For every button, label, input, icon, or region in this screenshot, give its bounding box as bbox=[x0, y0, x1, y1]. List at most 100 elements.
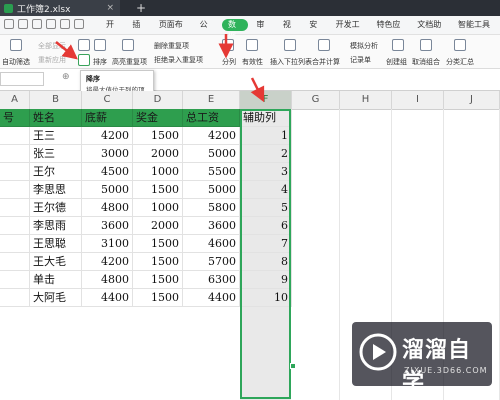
merge-calc-button[interactable]: 合并计算 bbox=[312, 57, 340, 67]
new-tab-button[interactable]: + bbox=[136, 1, 146, 15]
menu-tab-8[interactable]: 开发工具 bbox=[330, 16, 371, 47]
menu-tab-11[interactable]: 智能工具箱 bbox=[452, 16, 500, 47]
menu-tab-7[interactable]: 安全 bbox=[303, 16, 329, 47]
data-cell[interactable] bbox=[0, 181, 30, 199]
close-tab-icon[interactable]: × bbox=[106, 3, 114, 13]
column-header-i[interactable]: I bbox=[392, 91, 444, 109]
data-cell[interactable]: 5000 bbox=[183, 181, 240, 199]
data-cell[interactable]: 4200 bbox=[183, 127, 240, 145]
filter-icon[interactable] bbox=[10, 39, 22, 51]
column-header-j[interactable]: J bbox=[444, 91, 500, 109]
sort-descending-icon[interactable] bbox=[78, 54, 90, 66]
column-header-e[interactable]: E bbox=[183, 91, 240, 109]
header-cell-a[interactable]: 号 bbox=[0, 109, 30, 127]
data-cell[interactable]: 王大毛 bbox=[30, 253, 82, 271]
fill-handle[interactable] bbox=[290, 363, 296, 369]
data-cell[interactable]: 3000 bbox=[82, 145, 133, 163]
sort-ascending-icon[interactable] bbox=[78, 39, 90, 51]
data-cell[interactable]: 1500 bbox=[133, 271, 183, 289]
data-cell[interactable] bbox=[0, 145, 30, 163]
data-cell[interactable]: 1500 bbox=[133, 181, 183, 199]
create-group-button[interactable]: 创建组 bbox=[386, 57, 407, 67]
validity-button[interactable]: 有效性 bbox=[242, 57, 263, 67]
split-column-icon[interactable] bbox=[222, 39, 234, 51]
data-cell[interactable]: 王尔德 bbox=[30, 199, 82, 217]
data-cell[interactable]: 4400 bbox=[82, 289, 133, 307]
undo-icon[interactable] bbox=[60, 19, 70, 29]
remove-duplicates-button[interactable]: 删除重复项 bbox=[154, 41, 189, 51]
header-cell-e[interactable]: 总工资 bbox=[183, 109, 240, 127]
data-cell[interactable]: 5800 bbox=[183, 199, 240, 217]
header-cell-d[interactable]: 奖金 bbox=[133, 109, 183, 127]
create-group-icon[interactable] bbox=[392, 39, 404, 51]
column-header-f[interactable]: F bbox=[240, 91, 292, 109]
data-cell[interactable]: 4600 bbox=[183, 235, 240, 253]
column-header-a[interactable]: A bbox=[0, 91, 30, 109]
auto-filter-button[interactable]: 自动筛选 bbox=[2, 57, 30, 67]
data-cell[interactable] bbox=[0, 271, 30, 289]
column-header-c[interactable]: C bbox=[82, 91, 133, 109]
print-icon[interactable] bbox=[32, 19, 42, 29]
data-cell[interactable]: 1500 bbox=[133, 127, 183, 145]
data-cell[interactable]: 5000 bbox=[82, 181, 133, 199]
highlight-duplicates-button[interactable]: 高亮重复项 bbox=[112, 57, 147, 67]
show-all-button[interactable]: 全部显示 bbox=[38, 41, 66, 51]
data-cell[interactable]: 1000 bbox=[133, 163, 183, 181]
data-cell[interactable]: 1500 bbox=[133, 235, 183, 253]
menu-tab-10[interactable]: 文档助手 bbox=[411, 16, 452, 47]
menu-tab-2[interactable]: 页面布局 bbox=[153, 16, 194, 47]
data-cell[interactable]: 2000 bbox=[133, 145, 183, 163]
preview-icon[interactable] bbox=[46, 19, 56, 29]
menu-icon[interactable] bbox=[4, 19, 14, 29]
column-header-d[interactable]: D bbox=[133, 91, 183, 109]
data-cell[interactable]: 4800 bbox=[82, 199, 133, 217]
menu-tab-6[interactable]: 视图 bbox=[277, 16, 303, 47]
document-tab[interactable]: 工作簿2.xlsx × bbox=[0, 0, 120, 16]
header-cell-c[interactable]: 底薪 bbox=[82, 109, 133, 127]
header-cell-b[interactable]: 姓名 bbox=[30, 109, 82, 127]
subtotal-icon[interactable] bbox=[454, 39, 466, 51]
data-cell[interactable]: 王思聪 bbox=[30, 235, 82, 253]
data-cell[interactable]: 2000 bbox=[133, 217, 183, 235]
redo-icon[interactable] bbox=[74, 19, 84, 29]
data-cell[interactable]: 5500 bbox=[183, 163, 240, 181]
data-cell[interactable]: 1500 bbox=[133, 289, 183, 307]
ungroup-icon[interactable] bbox=[420, 39, 432, 51]
data-cell[interactable]: 4200 bbox=[82, 253, 133, 271]
reject-duplicates-button[interactable]: 拒绝录入重复项 bbox=[154, 55, 203, 65]
data-cell[interactable] bbox=[0, 199, 30, 217]
menu-tab-0[interactable]: 开始 bbox=[100, 16, 126, 47]
data-cell[interactable]: 4200 bbox=[82, 127, 133, 145]
data-cell[interactable] bbox=[0, 163, 30, 181]
menu-tab-9[interactable]: 特色应用 bbox=[370, 16, 411, 47]
data-cell[interactable]: 单击 bbox=[30, 271, 82, 289]
data-cell[interactable] bbox=[0, 217, 30, 235]
data-cell[interactable]: 6300 bbox=[183, 271, 240, 289]
data-cell[interactable]: 张三 bbox=[30, 145, 82, 163]
subtotal-button[interactable]: 分类汇总 bbox=[446, 57, 474, 67]
data-cell[interactable] bbox=[0, 253, 30, 271]
data-cell[interactable]: 3600 bbox=[82, 217, 133, 235]
data-cell[interactable]: 3600 bbox=[183, 217, 240, 235]
data-cell[interactable] bbox=[0, 235, 30, 253]
menu-tab-4[interactable]: 数据 bbox=[222, 19, 249, 41]
split-column-button[interactable]: 分列 bbox=[222, 57, 236, 67]
menu-tab-3[interactable]: 公式 bbox=[194, 16, 220, 47]
data-cell[interactable]: 5700 bbox=[183, 253, 240, 271]
data-cell[interactable]: 3100 bbox=[82, 235, 133, 253]
data-cell[interactable]: 李思思 bbox=[30, 181, 82, 199]
sort-icon[interactable] bbox=[94, 39, 106, 51]
simulate-analysis-button[interactable]: 模拟分析 bbox=[350, 41, 378, 51]
data-cell[interactable]: 王三 bbox=[30, 127, 82, 145]
data-cell[interactable]: 李思雨 bbox=[30, 217, 82, 235]
highlight-duplicates-icon[interactable] bbox=[122, 39, 134, 51]
menu-tab-1[interactable]: 插入 bbox=[126, 16, 152, 47]
zoom-icon[interactable]: ⊕ bbox=[62, 72, 70, 82]
ungroup-button[interactable]: 取消组合 bbox=[412, 57, 440, 67]
validity-icon[interactable] bbox=[246, 39, 258, 51]
merge-calc-icon[interactable] bbox=[318, 39, 330, 51]
column-header-h[interactable]: H bbox=[340, 91, 392, 109]
sort-button[interactable]: 排序 bbox=[93, 57, 107, 67]
data-cell[interactable]: 4800 bbox=[82, 271, 133, 289]
data-cell[interactable]: 5000 bbox=[183, 145, 240, 163]
